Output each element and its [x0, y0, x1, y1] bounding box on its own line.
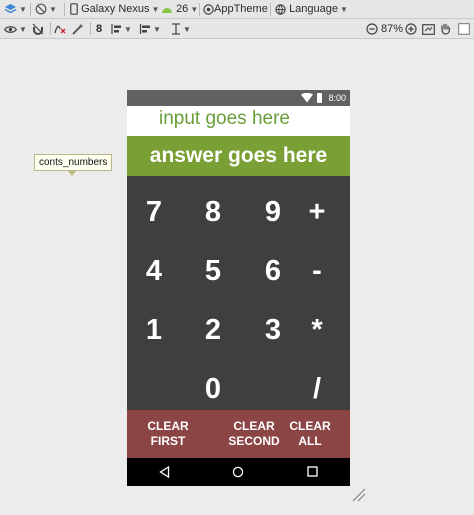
- clear-first-line1: CLEAR: [147, 419, 189, 433]
- language-label: Language: [289, 3, 339, 15]
- infer-constraints-button[interactable]: [72, 19, 84, 39]
- api-level-label: 26: [176, 3, 189, 15]
- component-tooltip: conts_numbers: [34, 154, 113, 176]
- theme-icon: [203, 3, 214, 15]
- orientation-dropdown[interactable]: ▼: [35, 0, 57, 19]
- clear-all-line2: ALL: [298, 434, 322, 448]
- no-rotate-icon: [35, 3, 47, 15]
- layers-dropdown[interactable]: ▼: [4, 0, 27, 19]
- default-margin-dropdown[interactable]: 8: [96, 19, 102, 39]
- recents-icon[interactable]: [307, 466, 318, 477]
- status-bar: 8:00: [127, 90, 350, 106]
- wifi-icon: [301, 93, 313, 103]
- key-6[interactable]: 6: [253, 251, 293, 291]
- key-9[interactable]: 9: [253, 192, 293, 232]
- view-options-dropdown[interactable]: ▼: [4, 19, 27, 39]
- android-icon: [162, 7, 172, 13]
- layers-icon: [4, 3, 17, 13]
- device-preview: 8:00 input goes here answer goes here 7 …: [127, 90, 350, 486]
- key-3[interactable]: 3: [253, 310, 293, 350]
- input-display[interactable]: input goes here: [159, 108, 290, 130]
- clear-first-line2: FIRST: [150, 434, 186, 448]
- zoom-to-fit-button[interactable]: [422, 19, 435, 39]
- keypad: 7 8 9 + 4 5 6 - 1 2 3 * 0 /: [127, 176, 350, 410]
- magic-wand-icon: [72, 23, 84, 35]
- clear-all-line1: CLEAR: [289, 419, 331, 433]
- pack-dropdown[interactable]: ▼: [110, 19, 132, 39]
- zoom-in-icon: [405, 23, 417, 35]
- key-7[interactable]: 7: [134, 192, 174, 232]
- hand-icon: [441, 23, 451, 35]
- clear-first-button[interactable]: CLEAR FIRST: [137, 410, 199, 458]
- theme-label: AppTheme: [214, 3, 268, 15]
- clear-buttons-bar: CLEAR FIRST CLEAR SECOND CLEAR ALL: [127, 410, 350, 458]
- key-2[interactable]: 2: [193, 310, 233, 350]
- design-toolbar: ▼ ▼ Galaxy Nexus ▼ 26 ▼ AppTheme Language ▼: [0, 0, 474, 19]
- key-5[interactable]: 5: [193, 251, 233, 291]
- theme-dropdown[interactable]: AppTheme: [203, 0, 268, 19]
- key-8[interactable]: 8: [193, 192, 233, 232]
- warning-icon: [458, 23, 470, 35]
- api-level-dropdown[interactable]: 26 ▼: [161, 0, 198, 19]
- key-0[interactable]: 0: [193, 369, 233, 409]
- zoom-out-button[interactable]: [366, 19, 378, 39]
- align-dropdown[interactable]: ▼: [139, 19, 161, 39]
- clear-constraints-icon: [54, 25, 66, 34]
- default-margin-value: 8: [96, 23, 103, 35]
- battery-icon: [317, 93, 322, 103]
- answer-text: answer goes here: [149, 144, 328, 167]
- zoom-out-icon: [366, 23, 378, 35]
- clear-second-button[interactable]: CLEAR SECOND: [223, 410, 285, 458]
- view-toolbar: ▼ 8 ▼ ▼ ▼ 87%: [0, 19, 474, 39]
- magnet-off-icon: [32, 23, 44, 36]
- zoom-fit-icon: [422, 23, 435, 35]
- home-icon[interactable]: [232, 466, 244, 478]
- warnings-button[interactable]: [458, 19, 470, 39]
- tooltip-text: conts_numbers: [39, 157, 108, 168]
- key-1[interactable]: 1: [134, 310, 174, 350]
- guideline-icon: [172, 23, 180, 35]
- zoom-level: 87%: [381, 19, 403, 39]
- language-dropdown[interactable]: Language ▼: [275, 0, 348, 19]
- key-divide[interactable]: /: [297, 369, 337, 409]
- clear-constraints-button[interactable]: [54, 19, 67, 39]
- autoconnect-toggle[interactable]: [32, 19, 44, 39]
- key-minus[interactable]: -: [297, 251, 337, 291]
- eye-icon: [4, 25, 17, 33]
- status-time: 8:00: [328, 93, 346, 103]
- resize-handle-icon[interactable]: [352, 488, 366, 502]
- key-4[interactable]: 4: [134, 251, 174, 291]
- pan-button[interactable]: [440, 19, 451, 39]
- answer-display: answer goes here: [127, 136, 350, 176]
- device-label: Galaxy Nexus: [81, 3, 150, 15]
- zoom-label: 87%: [381, 23, 404, 35]
- back-icon[interactable]: [159, 466, 170, 478]
- guidelines-dropdown[interactable]: ▼: [171, 19, 191, 39]
- clear-all-button[interactable]: CLEAR ALL: [285, 410, 335, 458]
- clear-second-line2: SECOND: [228, 434, 280, 448]
- pack-icon: [111, 24, 121, 35]
- align-left-icon: [139, 24, 150, 35]
- device-dropdown[interactable]: Galaxy Nexus ▼: [70, 0, 159, 19]
- globe-icon: [275, 3, 286, 15]
- clear-second-line1: CLEAR: [233, 419, 275, 433]
- phone-icon: [70, 3, 78, 15]
- key-multiply[interactable]: *: [297, 310, 337, 350]
- navigation-bar: [127, 458, 350, 486]
- key-plus[interactable]: +: [297, 192, 337, 232]
- zoom-in-button[interactable]: [405, 19, 417, 39]
